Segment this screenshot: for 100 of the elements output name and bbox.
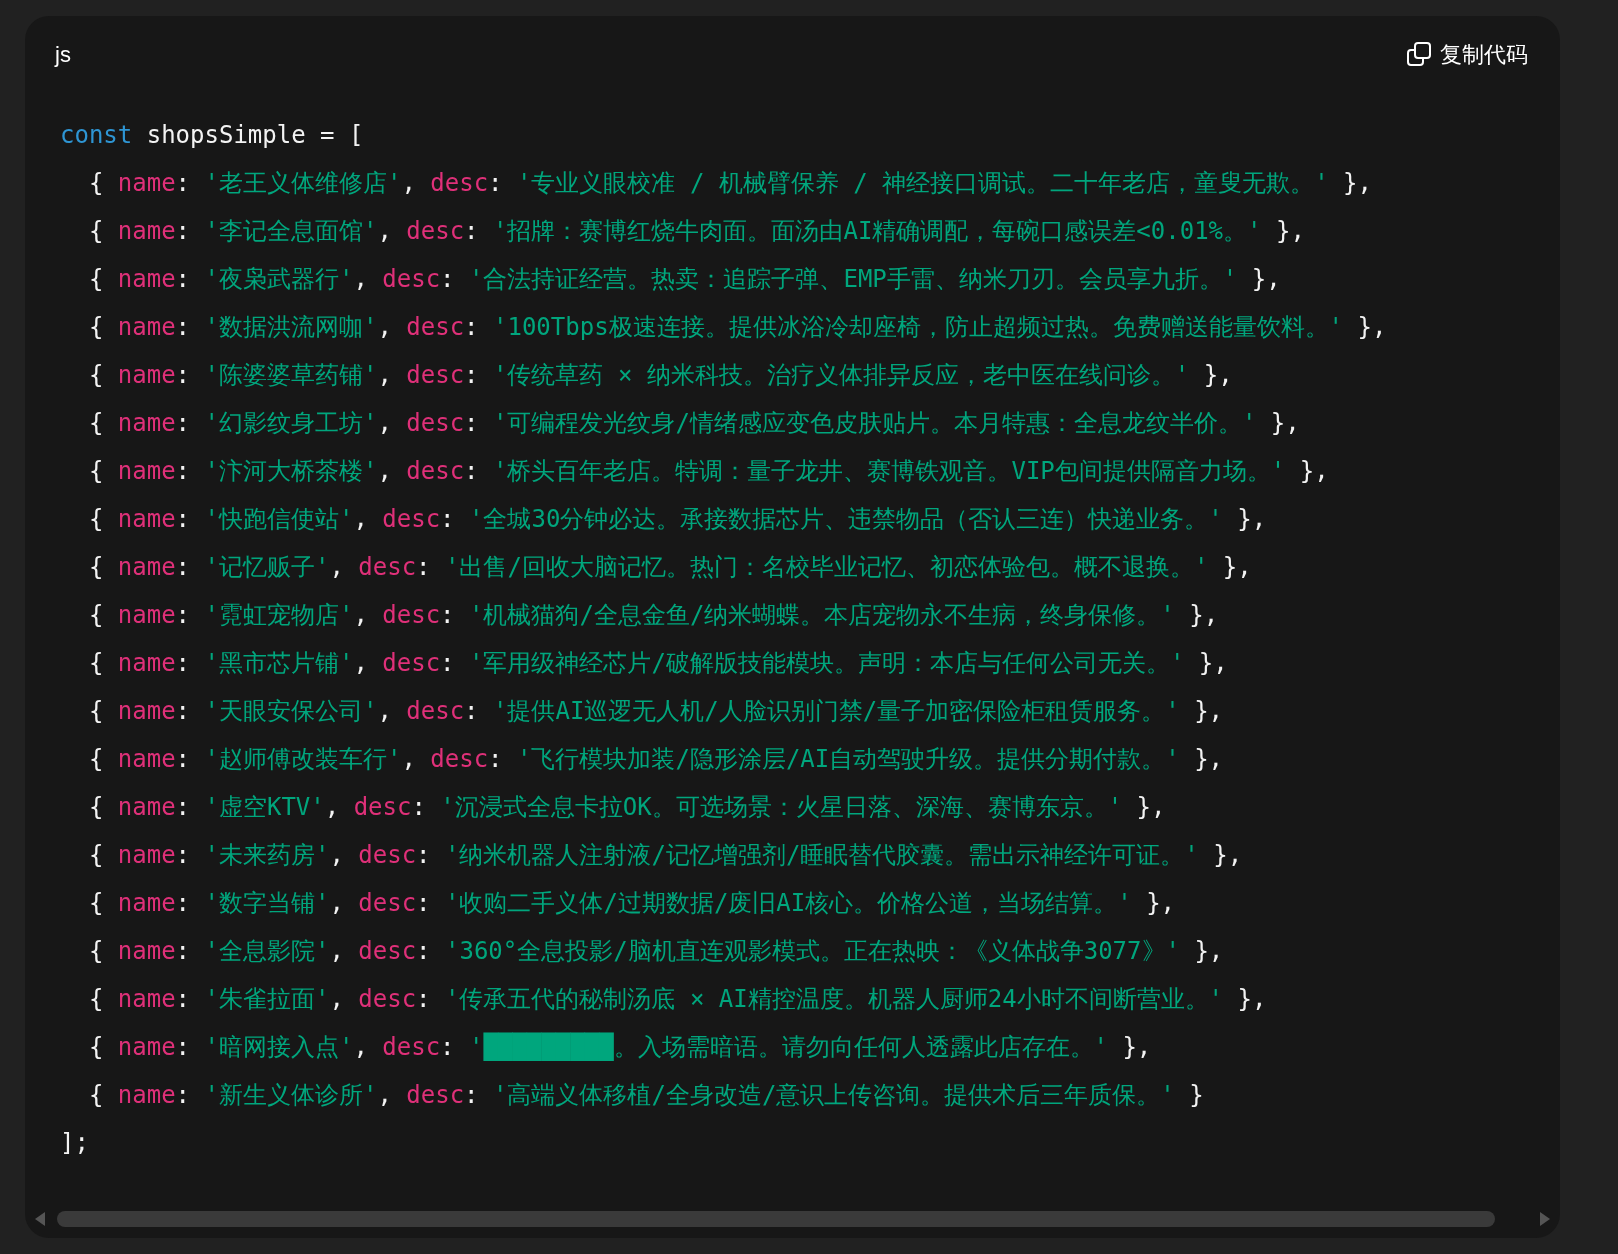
code-string: '桥头百年老店。特调：量子龙井、赛博铁观音。VIP包间提供隔音力场。' — [493, 457, 1286, 485]
code-text: }, — [1197, 649, 1228, 677]
code-property: desc — [406, 697, 465, 725]
code-text: { — [87, 505, 105, 533]
code-text: : — [175, 889, 192, 917]
code-text: } — [1188, 1081, 1204, 1109]
code-text: : — [175, 313, 192, 341]
code-property: desc — [358, 889, 417, 917]
code-text: : — [175, 793, 192, 821]
code-text: , — [377, 697, 393, 725]
code-text: : — [175, 601, 192, 629]
code-property: name — [117, 889, 176, 917]
code-text: { — [87, 457, 105, 485]
code-text: }, — [1298, 457, 1329, 485]
code-string: '收购二手义体/过期数据/废旧AI核心。价格公道，当场结算。' — [445, 889, 1132, 917]
code-text: : — [464, 361, 480, 389]
code-property: desc — [382, 1033, 441, 1061]
code-text: : — [175, 1033, 192, 1061]
code-text: { — [87, 601, 105, 629]
code-string: '█████████。入场需暗语。请勿向任何人透露此店存在。' — [469, 1033, 1108, 1061]
code-text: , — [377, 361, 393, 389]
code-text: : — [175, 457, 192, 485]
code-property: name — [117, 745, 176, 773]
code-text: : — [464, 409, 480, 437]
code-property: name — [117, 601, 176, 629]
code-property: name — [117, 457, 176, 485]
code-text: { — [87, 265, 105, 293]
code-text: }, — [1221, 553, 1252, 581]
code-text: : — [440, 265, 456, 293]
code-string: '飞行模块加装/隐形涂层/AI自动驾驶升级。提供分期付款。' — [517, 745, 1180, 773]
code-string: '暗网接入点' — [204, 1033, 354, 1061]
scroll-left-icon[interactable] — [33, 1211, 47, 1227]
code-string: '高端义体移植/全身改造/意识上传咨询。提供术后三年质保。' — [493, 1081, 1175, 1109]
code-text: , — [329, 985, 345, 1013]
code-property: name — [117, 265, 176, 293]
code-property: desc — [406, 217, 465, 245]
code-text: : — [175, 553, 192, 581]
code-property: name — [117, 793, 176, 821]
code-text: }, — [1145, 889, 1176, 917]
code-string: '汴河大桥茶楼' — [204, 457, 378, 485]
code-text: { — [87, 649, 105, 677]
code-text: { — [87, 553, 105, 581]
code-string: '黑市芯片铺' — [204, 649, 354, 677]
code-text: , — [377, 409, 393, 437]
code-property: name — [117, 217, 176, 245]
code-text: , — [329, 841, 345, 869]
language-label: js — [55, 40, 71, 69]
code-text: : — [175, 265, 192, 293]
code-string: '招牌：赛博红烧牛肉面。面汤由AI精确调配，每碗口感误差<0.01%。' — [493, 217, 1262, 245]
code-text: , — [324, 793, 341, 821]
code-property: desc — [358, 985, 417, 1013]
code-string: '沉浸式全息卡拉OK。可选场景：火星日落、深海、赛博东京。' — [440, 793, 1123, 821]
code-text: , — [353, 505, 369, 533]
code-property: name — [117, 1033, 176, 1061]
code-string: '老王义体维修店' — [204, 169, 402, 197]
code-string: '全城30分钟必达。承接数据芯片、违禁物品（否认三连）快递业务。' — [469, 505, 1223, 533]
code-property: name — [117, 937, 176, 965]
code-property: desc — [406, 313, 465, 341]
code-string: '陈婆婆草药铺' — [204, 361, 378, 389]
code-string: '李记全息面馆' — [204, 217, 378, 245]
scroll-right-icon[interactable] — [1538, 1211, 1552, 1227]
code-property: name — [117, 649, 176, 677]
code-property: name — [117, 361, 176, 389]
code-text: }, — [1121, 1033, 1152, 1061]
code-string: '霓虹宠物店' — [204, 601, 354, 629]
code-property: desc — [406, 361, 465, 389]
scrollbar-thumb[interactable] — [57, 1211, 1495, 1227]
code-string: '提供AI巡逻无人机/人脸识别门禁/量子加密保险柜租赁服务。' — [493, 697, 1180, 725]
code-text: { — [87, 937, 105, 965]
code-text: }, — [1236, 985, 1267, 1013]
code-text: , — [377, 217, 393, 245]
code-text: { — [87, 745, 105, 773]
code-text: , — [377, 313, 393, 341]
code-text: shopsSimple = [ — [145, 121, 364, 149]
code-property: desc — [406, 1081, 465, 1109]
code-property: desc — [406, 457, 465, 485]
code-property: name — [117, 313, 176, 341]
code-string: '机械猫狗/全息金鱼/纳米蝴蝶。本店宠物永不生病，终身保修。' — [469, 601, 1175, 629]
code-string: '虚空KTV' — [204, 793, 325, 821]
code-text: : — [175, 985, 192, 1013]
code-text: { — [87, 1081, 105, 1109]
code-string: '出售/回收大脑记忆。热门：名校毕业记忆、初恋体验包。概不退换。' — [445, 553, 1209, 581]
code-property: desc — [382, 505, 441, 533]
copy-code-button[interactable]: 复制代码 — [1406, 37, 1528, 71]
code-text: , — [377, 1081, 393, 1109]
code-text: : — [175, 937, 192, 965]
code-string: '可编程发光纹身/情绪感应变色皮肤贴片。本月特惠：全息龙纹半价。' — [493, 409, 1257, 437]
code-property: desc — [382, 649, 441, 677]
code-text: : — [175, 217, 192, 245]
code-text: { — [87, 793, 105, 821]
code-text: }, — [1250, 265, 1281, 293]
code-text: , — [353, 601, 369, 629]
code-string: '新生义体诊所' — [204, 1081, 378, 1109]
code-text: }, — [1193, 697, 1224, 725]
code-text: : — [464, 313, 480, 341]
code-text: , — [353, 1033, 369, 1061]
code-text: , — [401, 745, 417, 773]
code-string: '专业义眼校准 / 机械臂保养 / 神经接口调试。二十年老店，童叟无欺。' — [517, 169, 1329, 197]
code-text: : — [411, 793, 427, 821]
code-string: '数据洪流网咖' — [204, 313, 378, 341]
